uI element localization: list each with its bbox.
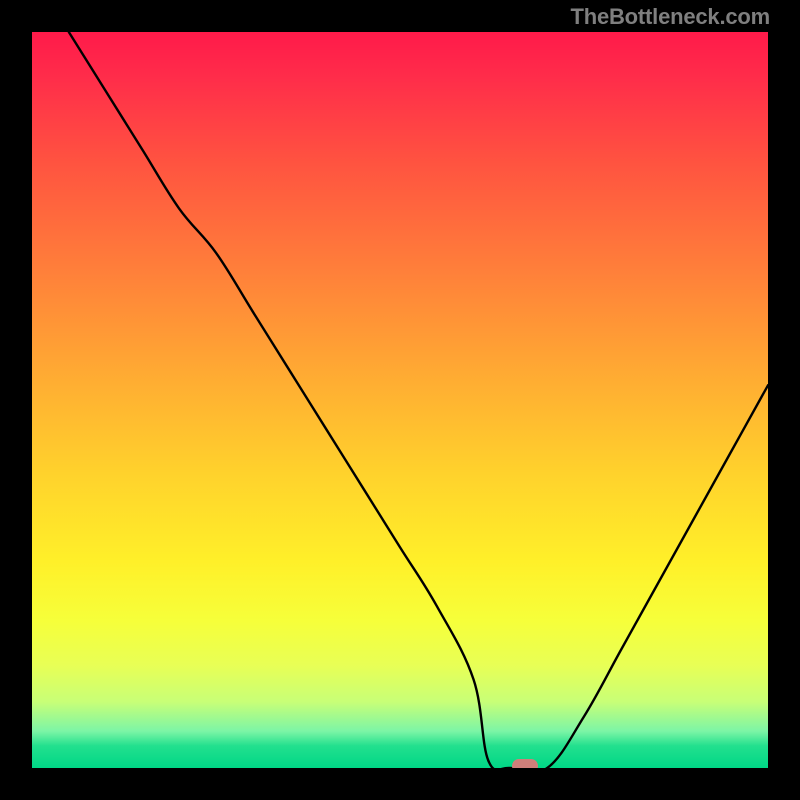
bottleneck-curve	[32, 32, 768, 768]
optimal-marker	[512, 759, 538, 768]
watermark-text: TheBottleneck.com	[570, 4, 770, 30]
plot-area	[32, 32, 768, 768]
chart-frame: TheBottleneck.com	[0, 0, 800, 800]
